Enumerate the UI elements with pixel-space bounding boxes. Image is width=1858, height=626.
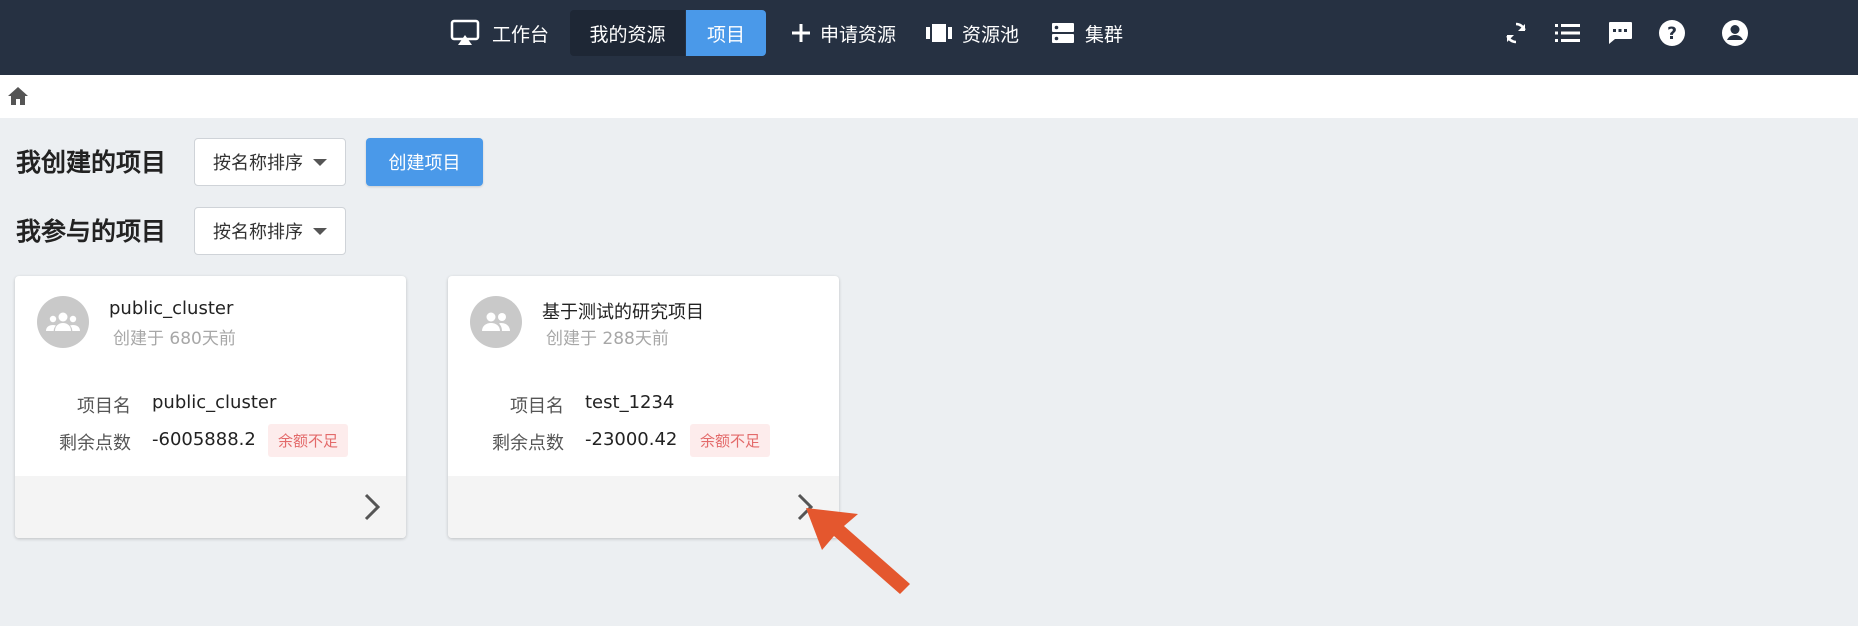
nav-my-resources-label: 我的资源 — [589, 23, 666, 46]
nav-request-resources-label: 申请资源 — [820, 23, 897, 46]
card-footer — [15, 476, 406, 538]
project-name-label: 项目名 — [510, 396, 564, 417]
monitor-icon — [450, 19, 480, 47]
card-footer — [448, 476, 839, 538]
joined-projects-title: 我参与的项目 — [16, 217, 167, 246]
project-created: 创建于 680天前 — [113, 329, 236, 349]
nav-my-resources[interactable]: 我的资源 — [570, 10, 685, 56]
balance-label: 剩余点数 — [492, 433, 564, 454]
nav-workbench[interactable]: 工作台 — [450, 10, 549, 56]
joined-sort-dropdown[interactable]: 按名称排序 — [194, 207, 346, 255]
plus-icon — [790, 22, 812, 44]
project-name-label: 项目名 — [77, 396, 131, 417]
nav-projects[interactable]: 项目 — [686, 10, 766, 56]
refresh-icon[interactable] — [1500, 17, 1532, 49]
nav-resource-pool-label: 资源池 — [962, 23, 1020, 46]
caret-down-icon — [313, 159, 327, 166]
home-icon[interactable] — [7, 85, 29, 107]
svg-text:?: ? — [1667, 24, 1677, 44]
server-icon — [1051, 21, 1075, 45]
balance-value: -6005888.2 — [152, 429, 256, 450]
nav-projects-label: 项目 — [706, 23, 745, 46]
group-icon — [46, 312, 80, 331]
nav-cluster[interactable]: 集群 — [1051, 10, 1123, 56]
people-icon — [482, 312, 510, 331]
message-icon[interactable] — [1604, 17, 1636, 49]
chevron-right-icon[interactable] — [362, 492, 382, 522]
project-title: 基于测试的研究项目 — [542, 302, 704, 323]
breadcrumb — [0, 75, 1858, 118]
project-name-value: public_cluster — [152, 392, 277, 413]
account-icon[interactable] — [1719, 17, 1751, 49]
group-avatar — [37, 296, 89, 348]
insufficient-balance-badge: 余额不足 — [268, 424, 349, 457]
insufficient-balance-badge: 余额不足 — [690, 424, 771, 457]
group-avatar — [470, 296, 522, 348]
create-project-button[interactable]: 创建项目 — [366, 138, 483, 186]
nav-workbench-label: 工作台 — [492, 23, 550, 46]
created-projects-title: 我创建的项目 — [16, 148, 167, 177]
list-icon[interactable] — [1552, 17, 1584, 49]
project-name-value: test_1234 — [585, 392, 675, 413]
pool-icon — [926, 22, 952, 44]
caret-down-icon — [313, 228, 327, 235]
annotation-arrow-icon — [800, 500, 920, 600]
balance-value: -23000.42 — [585, 429, 678, 450]
create-project-label: 创建项目 — [388, 153, 461, 174]
project-card[interactable]: 基于测试的研究项目 创建于 288天前 项目名 test_1234 剩余点数 -… — [448, 276, 839, 538]
project-card[interactable]: public_cluster 创建于 680天前 项目名 public_clus… — [15, 276, 406, 538]
project-created: 创建于 288天前 — [546, 329, 669, 349]
top-navbar: 工作台 我的资源 项目 申请资源 资源池 集群 ? — [0, 0, 1858, 75]
nav-cluster-label: 集群 — [1085, 23, 1124, 46]
created-sort-dropdown[interactable]: 按名称排序 — [194, 138, 346, 186]
help-icon[interactable]: ? — [1656, 17, 1688, 49]
created-sort-label: 按名称排序 — [213, 153, 303, 174]
nav-resource-pool[interactable]: 资源池 — [926, 10, 1019, 56]
project-title: public_cluster — [109, 298, 234, 319]
joined-sort-label: 按名称排序 — [213, 222, 303, 243]
balance-label: 剩余点数 — [59, 433, 131, 454]
nav-request-resources[interactable]: 申请资源 — [790, 10, 896, 56]
